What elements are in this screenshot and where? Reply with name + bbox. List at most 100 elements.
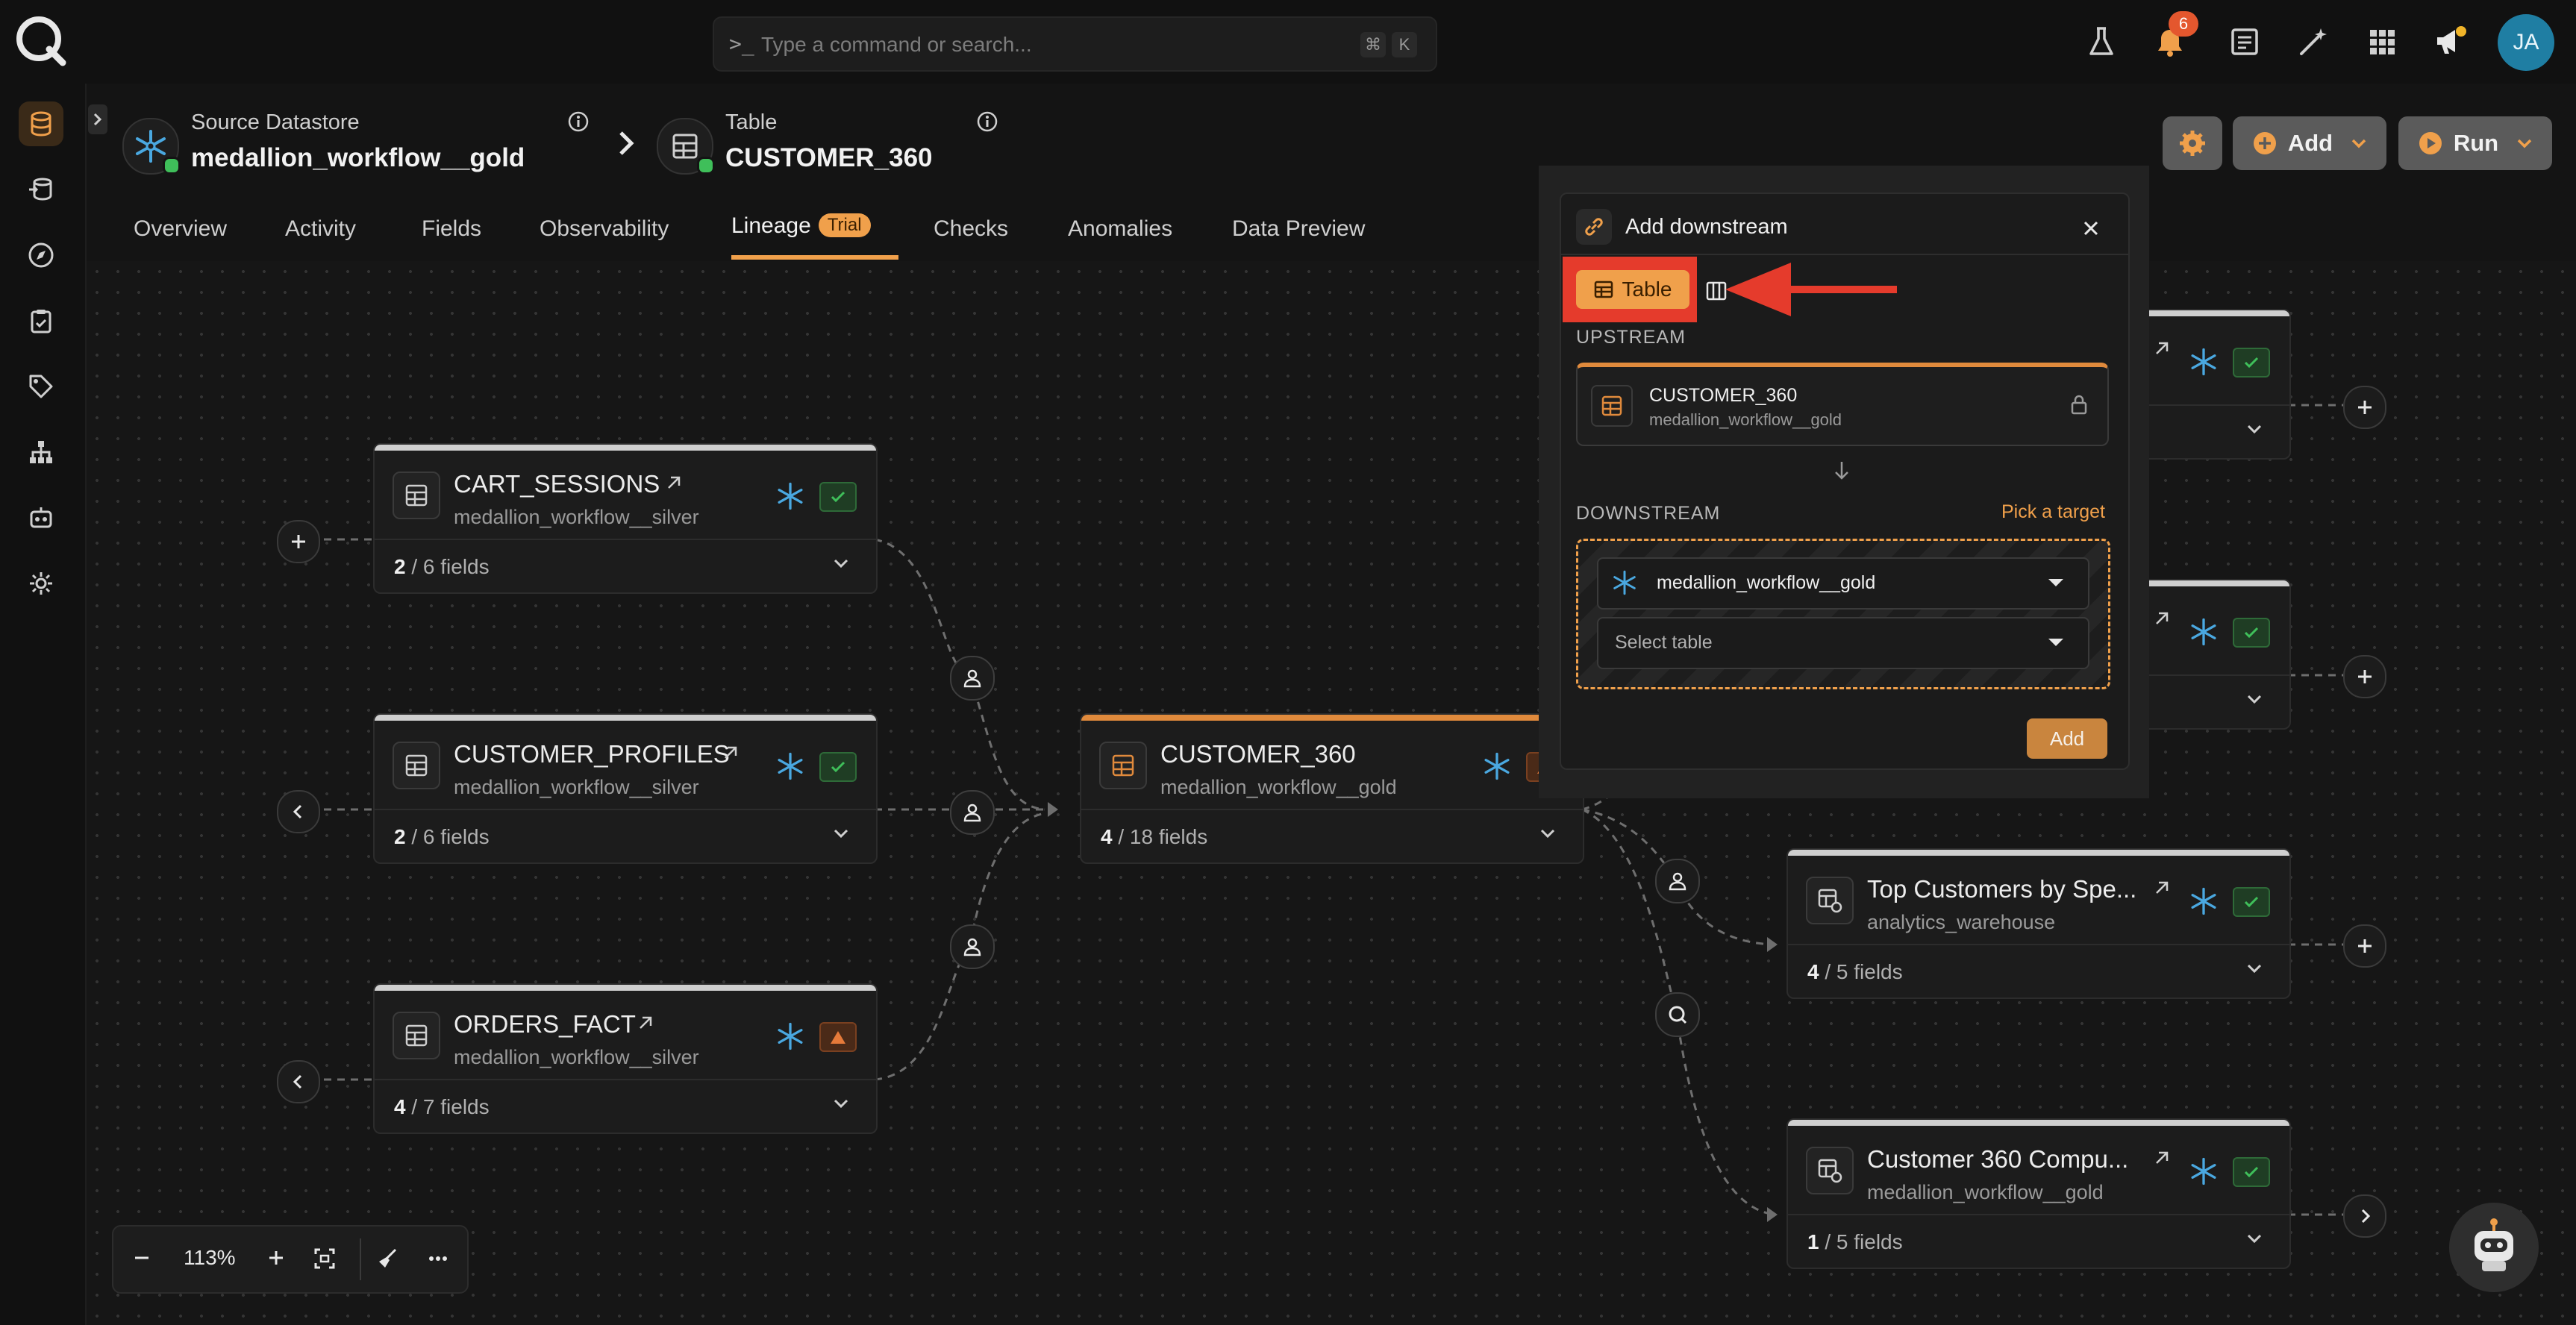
annotation-arrow: [1725, 261, 1898, 318]
divider: [1561, 254, 2128, 255]
node-fields-count: 1 / 5 fields: [1807, 1230, 1903, 1254]
upstream-datastore: medallion_workflow__gold: [1649, 410, 1842, 429]
chevron-down-icon[interactable]: [2246, 694, 2263, 704]
lineage-node-top-customers[interactable]: Top Customers by Spe... analytics_wareho…: [1786, 848, 2291, 999]
table-icon: [1594, 281, 1613, 298]
chevron-down-icon[interactable]: [1539, 828, 1556, 839]
expand-upstream-plus-icon[interactable]: [277, 520, 320, 563]
chevron-down-icon[interactable]: [833, 1098, 849, 1109]
node-accent-bar: [1081, 715, 1583, 721]
zoom-out-minus-icon[interactable]: [131, 1247, 152, 1268]
expand-chevron-right-icon[interactable]: [2343, 1194, 2386, 1238]
node-datastore: medallion_workflow__silver: [454, 506, 699, 528]
node-footer[interactable]: 2 / 6 fields: [375, 539, 876, 592]
node-title: CART_SESSIONS: [454, 470, 660, 498]
chevron-down-icon[interactable]: [2246, 424, 2263, 434]
fields-count: 2: [394, 555, 406, 578]
expand-downstream-plus-icon[interactable]: [2343, 655, 2386, 698]
node-footer[interactable]: 4 / 5 fields: [1788, 944, 2289, 997]
close-icon[interactable]: [2076, 213, 2106, 243]
check-status-icon: [2233, 618, 2270, 648]
fields-total: / 7 fields: [405, 1095, 490, 1118]
expand-downstream-plus-icon[interactable]: [2343, 924, 2386, 968]
open-external-arrow-icon[interactable]: [2152, 339, 2172, 358]
node-accent-bar: [375, 715, 876, 721]
open-external-arrow-icon[interactable]: [2152, 1148, 2172, 1168]
lineage-node-cart-sessions[interactable]: CART_SESSIONS medallion_workflow__silver…: [373, 443, 878, 594]
datastore-select[interactable]: medallion_workflow__gold: [1597, 557, 2089, 610]
snowflake-icon: [2189, 1157, 2218, 1185]
arrow-down-icon: [1833, 460, 1851, 482]
check-status-icon: [819, 482, 857, 512]
assistant-robot-icon[interactable]: [2449, 1203, 2539, 1292]
table-icon: [1099, 742, 1147, 789]
node-footer[interactable]: 1 / 5 fields: [1788, 1214, 2289, 1268]
zoom-level: 113%: [184, 1246, 236, 1269]
collapse-chevron-left-icon[interactable]: [277, 1060, 320, 1103]
chevron-down-icon[interactable]: [2246, 963, 2263, 974]
snowflake-icon: [1612, 570, 1637, 595]
snowflake-icon: [776, 482, 804, 510]
caret-down-icon: [2048, 638, 2064, 647]
node-footer[interactable]: 2 / 6 fields: [375, 809, 876, 862]
node-title: ORDERS_FACT: [454, 1010, 636, 1038]
process-user-icon[interactable]: [950, 924, 995, 969]
pick-target-link[interactable]: Pick a target: [2001, 501, 2105, 523]
clear-broom-icon[interactable]: [376, 1247, 398, 1270]
node-fields-count: 4 / 18 fields: [1101, 825, 1207, 849]
open-external-arrow-icon[interactable]: [2152, 609, 2172, 628]
table-icon: [1591, 385, 1633, 427]
downstream-label: DOWNSTREAM: [1576, 503, 1721, 524]
zoom-in-plus-icon[interactable]: [266, 1247, 287, 1268]
upstream-name: CUSTOMER_360: [1649, 385, 1798, 406]
table-icon: [393, 742, 440, 789]
node-fields-count: 4 / 7 fields: [394, 1095, 490, 1119]
snowflake-icon: [2189, 348, 2218, 376]
node-fields-count: 4 / 5 fields: [1807, 960, 1903, 984]
fields-count: 2: [394, 825, 406, 848]
process-user-icon[interactable]: [950, 656, 995, 701]
open-external-arrow-icon[interactable]: [721, 743, 740, 762]
node-fields-count: 2 / 6 fields: [394, 555, 490, 579]
node-datastore: medallion_workflow__gold: [1867, 1181, 2104, 1203]
open-external-arrow-icon[interactable]: [636, 1013, 655, 1033]
node-accent-bar: [1788, 1120, 2289, 1126]
process-user-icon[interactable]: [1655, 859, 1700, 903]
snowflake-icon: [1483, 752, 1511, 780]
lineage-node-customer-profiles[interactable]: CUSTOMER_PROFILES medallion_workflow__si…: [373, 713, 878, 864]
chevron-down-icon[interactable]: [833, 828, 849, 839]
snowflake-icon: [2189, 887, 2218, 915]
expand-downstream-plus-icon[interactable]: [2343, 386, 2386, 429]
node-footer[interactable]: 4 / 18 fields: [1081, 809, 1583, 862]
open-external-arrow-icon[interactable]: [664, 473, 684, 492]
more-options-icon[interactable]: [427, 1247, 449, 1270]
node-title: Customer 360 Compu...: [1867, 1145, 2129, 1173]
check-status-icon: [2233, 348, 2270, 378]
node-datastore: medallion_workflow__silver: [454, 776, 699, 798]
open-external-arrow-icon[interactable]: [2152, 878, 2172, 898]
chevron-down-icon[interactable]: [2246, 1233, 2263, 1244]
computed-table-icon: [1806, 1147, 1854, 1194]
table-select-placeholder: Select table: [1615, 632, 1713, 653]
snowflake-icon: [776, 1022, 804, 1050]
dialog-add-button[interactable]: Add: [2027, 718, 2107, 759]
node-footer[interactable]: 4 / 7 fields: [375, 1079, 876, 1133]
process-qualytics-icon[interactable]: [1655, 992, 1700, 1037]
node-datastore: analytics_warehouse: [1867, 911, 2056, 933]
computed-table-icon: [1806, 877, 1854, 924]
upstream-card: CUSTOMER_360 medallion_workflow__gold: [1576, 363, 2109, 446]
fields-total: / 5 fields: [1819, 960, 1903, 983]
check-status-icon: [2233, 887, 2270, 917]
divider: [360, 1238, 361, 1280]
chevron-down-icon[interactable]: [833, 558, 849, 568]
lineage-node-customer-360-computed[interactable]: Customer 360 Compu... medallion_workflow…: [1786, 1118, 2291, 1269]
process-user-icon[interactable]: [950, 790, 995, 835]
lineage-node-customer-360[interactable]: CUSTOMER_360 medallion_workflow__gold 4 …: [1080, 713, 1584, 864]
type-table-toggle[interactable]: Table: [1576, 270, 1689, 309]
collapse-chevron-left-icon[interactable]: [277, 790, 320, 833]
table-select[interactable]: Select table: [1597, 617, 2089, 669]
fields-count: 4: [1101, 825, 1113, 848]
lineage-node-orders-fact[interactable]: ORDERS_FACT medallion_workflow__silver 4…: [373, 983, 878, 1134]
fit-view-icon[interactable]: [313, 1247, 336, 1270]
fields-count: 1: [1807, 1230, 1819, 1253]
